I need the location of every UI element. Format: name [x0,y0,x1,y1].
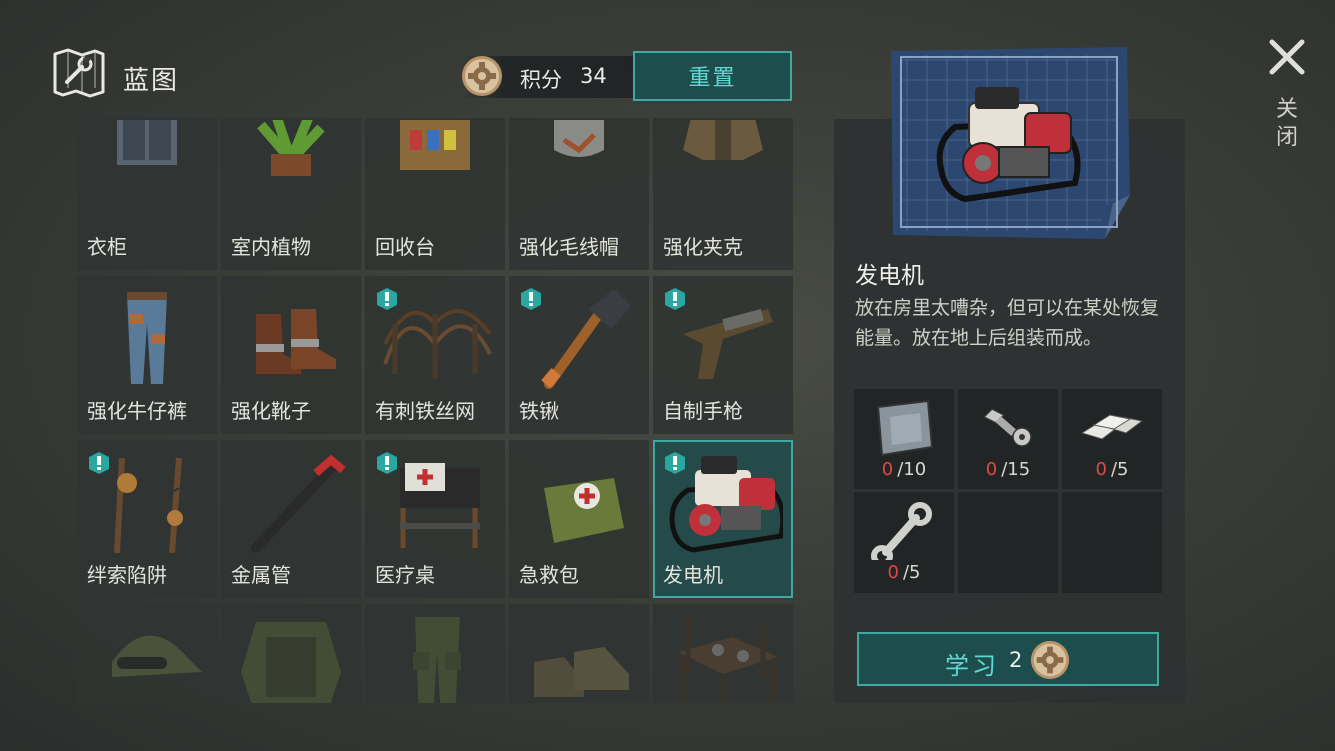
material-slot[interactable]: 0/10 [854,389,954,489]
blueprint-item[interactable]: 铁锹 [509,276,649,434]
material-need: /15 [1001,459,1031,480]
blueprint-item-label: 回收台 [375,235,435,259]
metal-pipe-icon [251,454,346,553]
blueprint-item[interactable]: 室内植物 [221,118,361,270]
blueprint-item[interactable]: 回收台 [365,118,505,270]
generator-blueprint-image [891,47,1130,239]
blueprint-item-label: 有刺铁丝网 [375,399,475,423]
blueprint-item[interactable]: 绊索陷阱 [77,440,217,598]
material-slot-empty [1062,492,1162,593]
gear-coin-icon [1030,640,1070,680]
material-count: 0/10 [854,459,954,480]
blueprint-item-label: 强化靴子 [231,399,311,423]
reinforced-beanie-icon [554,120,604,157]
blueprint-item-label: 强化夹克 [663,235,743,259]
material-have: 0 [887,562,899,583]
material-count: 0/5 [1062,459,1162,480]
wardrobe-icon [117,120,177,165]
blueprint-item-label: 强化牛仔裤 [87,399,187,423]
blueprint-item-label: 金属管 [231,563,291,587]
reinforced-jeans-icon [127,292,167,384]
new-badge-icon [665,452,685,474]
blueprint-grid[interactable]: 衣柜 室内植物 回收台 强化毛线帽 强化夹克强化牛仔裤 强化靴子 有刺铁丝网 铁锹 自制手枪绊索… [77,118,794,703]
recycling-station-icon [400,120,470,170]
material-need: /5 [902,562,921,583]
blueprint-item-label: 衣柜 [87,235,127,259]
blueprint-item[interactable]: 有刺铁丝网 [365,276,505,434]
new-badge-icon [377,288,397,310]
reinforced-jacket-icon [683,120,763,160]
blueprint-item[interactable]: 发电机 [653,440,793,598]
blueprint-item[interactable]: 强化毛线帽 [509,118,649,270]
blueprint-item-label: 室内植物 [231,235,311,259]
material-need: /5 [1110,459,1129,480]
learn-label: 学习 [945,652,999,680]
points-label: 积分 [520,68,562,92]
tactical-boots-icon [534,647,629,697]
house-plant-icon [257,120,325,176]
page-title: 蓝图 [123,66,180,96]
blueprint-item[interactable]: 金属管 [221,440,361,598]
blueprint-item[interactable]: 战术帽 [77,604,217,703]
blueprint-item-label: 强化毛线帽 [519,235,619,259]
wrench-icon [871,502,932,560]
new-badge-icon [377,452,397,474]
reset-button[interactable]: 重置 [633,51,792,101]
blueprint-item[interactable]: 战术防弹衣 [221,604,361,703]
tactical-cap-icon [112,635,202,677]
material-have: 0 [985,459,998,480]
points-value: 34 [580,64,607,88]
new-badge-icon [89,452,109,474]
blueprint-map-icon [53,48,105,98]
blueprint-item-label: 医疗桌 [375,563,435,587]
metal-ingot-icon [1080,414,1144,440]
material-slot[interactable]: 0/5 [854,492,954,593]
points-display: 积分 34 [462,56,634,98]
reinforced-boots-icon [256,309,336,374]
material-slot[interactable]: 0/15 [958,389,1058,489]
item-name: 发电机 [855,263,924,289]
new-badge-icon [665,288,685,310]
tactical-vest-icon [241,622,341,703]
material-slot[interactable]: 0/5 [1062,389,1162,489]
tactical-pants-icon [413,617,461,703]
blueprint-item[interactable]: 衣柜 [77,118,217,270]
new-badge-icon [521,288,541,310]
blueprint-item[interactable]: 战术裤 [365,604,505,703]
blueprint-item-label: 自制手枪 [663,399,743,423]
blueprint-item-label: 铁锹 [519,399,559,423]
material-count: 0/5 [854,562,954,583]
material-slot-empty [958,492,1058,593]
material-need: /10 [897,459,927,480]
blueprint-item-label: 发电机 [663,563,723,587]
close-icon[interactable] [1268,38,1306,76]
blueprint-item[interactable]: 强化牛仔裤 [77,276,217,434]
blueprint-item[interactable]: 自制手枪 [653,276,793,434]
material-have: 0 [881,459,894,480]
blueprint-item-label: 急救包 [519,563,579,587]
blueprint-item-label: 绊索陷阱 [87,563,167,587]
learn-button[interactable]: 学习 2 [857,632,1159,686]
blueprint-item[interactable]: 强化靴子 [221,276,361,434]
close-label[interactable]: 关闭 [1274,96,1300,152]
gear-coin-icon [462,56,502,96]
blueprint-item[interactable]: 餐桌 [653,604,793,703]
blueprint-item[interactable]: 强化夹克 [653,118,793,270]
bolt-nut-icon [982,408,1032,447]
material-have: 0 [1095,459,1107,480]
learn-cost: 2 [1009,648,1023,672]
dining-table-icon [678,617,778,703]
metal-plate-icon [876,399,934,457]
material-count: 0/15 [958,459,1058,480]
blueprint-item[interactable]: 医疗桌 [365,440,505,598]
item-description: 放在房里太嘈杂，但可以在某处恢复能量。放在地上后组装而成。 [855,297,1160,349]
blueprint-item[interactable]: 战术靴 [509,604,649,703]
first-aid-kit-icon [544,478,624,543]
blueprint-item[interactable]: 急救包 [509,440,649,598]
